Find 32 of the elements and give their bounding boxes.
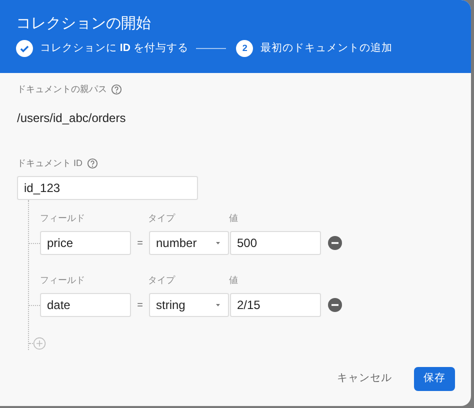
- column-label: タイプ: [148, 274, 176, 286]
- column-label: 値: [229, 274, 238, 286]
- input-field[interactable]: price: [40, 231, 131, 255]
- column-label: 値: [229, 212, 238, 224]
- field-label: ドキュメントの親パス: [17, 83, 107, 96]
- input-field[interactable]: id_123: [17, 176, 198, 200]
- path-text: /users/id_abc/orders: [17, 110, 127, 126]
- dropdown-value: number: [156, 235, 197, 252]
- help-icon[interactable]: [111, 84, 122, 96]
- caret-icon: [214, 301, 222, 309]
- dialog-title: コレクションの開始: [16, 14, 152, 34]
- step-label: 最初のドキュメントの追加: [260, 40, 392, 56]
- save-button[interactable]: 保存: [414, 367, 455, 391]
- input-field[interactable]: 2/15: [230, 293, 321, 317]
- field-label: ドキュメント ID: [17, 156, 83, 170]
- equals-sign: =: [136, 236, 144, 250]
- help-icon[interactable]: [86, 158, 98, 169]
- dropdown-value: string: [156, 297, 186, 314]
- step-label: コレクションに ID を付与する: [40, 40, 188, 56]
- column-label: フィールド: [40, 274, 86, 286]
- cancel-button[interactable]: キャンセル: [331, 370, 398, 388]
- input-field[interactable]: 500: [230, 231, 321, 255]
- remove-icon[interactable]: [328, 236, 342, 250]
- column-label: フィールド: [40, 212, 86, 224]
- remove-icon[interactable]: [328, 298, 342, 312]
- type-dropdown[interactable]: string: [149, 293, 229, 317]
- caret-icon: [214, 239, 222, 247]
- equals-sign: =: [136, 298, 144, 312]
- input-field[interactable]: date: [40, 293, 131, 317]
- column-label: タイプ: [148, 212, 176, 224]
- step-number: 2: [236, 40, 254, 57]
- type-dropdown[interactable]: number: [149, 231, 229, 255]
